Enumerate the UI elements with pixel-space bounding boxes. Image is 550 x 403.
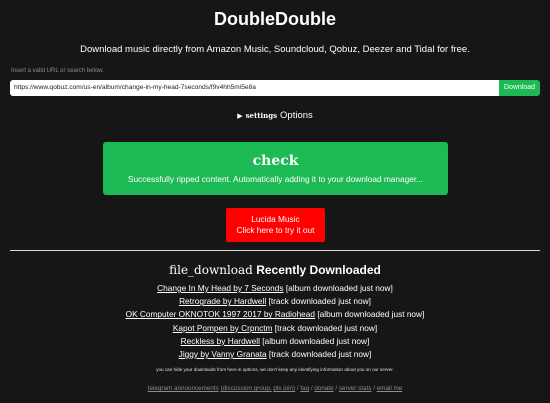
recent-item-status: [track downloaded just now] [274,322,378,333]
list-item: OK Computer OKNOTOK 1997 2017 by Radiohe… [0,308,550,321]
discussion-join-link[interactable]: pls join) [273,385,295,392]
discussion-group-link[interactable]: (discussion group, [221,385,272,392]
url-input[interactable] [10,80,499,96]
recent-downloads-heading: file_download Recently Downloaded [0,263,550,278]
server-stats-link[interactable]: server stats [339,385,372,392]
recent-downloads-list: Change In My Head by 7 Seconds [album do… [0,282,550,361]
list-item: Change In My Head by 7 Seconds [album do… [0,282,550,295]
lucida-button-title: Lucida Music [251,214,300,224]
check-icon: check [252,153,299,169]
telegram-announcements-link[interactable]: telegram announcements [148,385,219,392]
recent-item-link[interactable]: Retrograde by Hardwell [179,296,266,306]
privacy-note: you can hide your downloads from here in… [156,367,394,372]
recent-item-link[interactable]: Kapot Pompen by Crpnctm [173,323,273,333]
recent-item-status: [album downloaded just now] [262,335,370,346]
success-message: Successfully ripped content. Automatical… [127,174,424,184]
recent-downloads-title: Recently Downloaded [256,263,381,277]
footer: telegram announcements (discussion group… [0,385,550,393]
disclosure-triangle-icon: ▶ [237,113,243,120]
footer-separator: / [310,385,313,392]
recent-item-link[interactable]: Change In My Head by 7 Seconds [157,283,283,293]
url-row: Download [10,80,540,96]
recent-item-status: [track downloaded just now] [268,296,371,307]
app-subtitle: Download music directly from Amazon Musi… [80,44,470,55]
settings-icon: settings [245,111,278,120]
list-item: Reckless by Hardwell [album downloaded j… [0,335,550,348]
app-title: DoubleDouble [214,9,336,29]
recent-item-link[interactable]: Jiggy by Vanny Granata [179,349,267,359]
url-hint: Insert a valid URL or search below. [11,68,104,74]
list-item: Jiggy by Vanny Granata [track downloaded… [0,348,550,361]
recent-item-status: [track downloaded just now] [268,349,372,360]
footer-separator: / [373,385,375,392]
list-item: Retrograde by Hardwell [track downloaded… [0,295,550,308]
lucida-music-button[interactable]: Lucida Music Click here to try it out [226,208,325,242]
donate-link[interactable]: donate [314,385,333,392]
options-toggle[interactable]: ▶ settings Options [0,110,550,123]
file-download-icon: file_download [169,263,253,277]
lucida-button-subtitle: Click here to try it out [236,225,315,235]
recent-item-status: [album downloaded just now] [317,309,425,320]
faq-link[interactable]: faq [300,385,309,392]
options-label: Options [280,110,313,121]
footer-separator: / [296,385,299,392]
success-status-box: check Successfully ripped content. Autom… [103,142,448,195]
download-button[interactable]: Download [499,80,540,96]
email-link[interactable]: email me [377,385,403,392]
footer-separator: / [335,385,338,392]
recent-item-link[interactable]: Reckless by Hardwell [181,336,260,346]
list-item: Kapot Pompen by Crpnctm [track downloade… [0,322,550,335]
recent-item-status: [album downloaded just now] [285,283,393,293]
recent-item-link[interactable]: OK Computer OKNOTOK 1997 2017 by Radiohe… [126,309,315,319]
page: DoubleDouble Download music directly fro… [0,0,550,403]
divider [10,250,540,251]
